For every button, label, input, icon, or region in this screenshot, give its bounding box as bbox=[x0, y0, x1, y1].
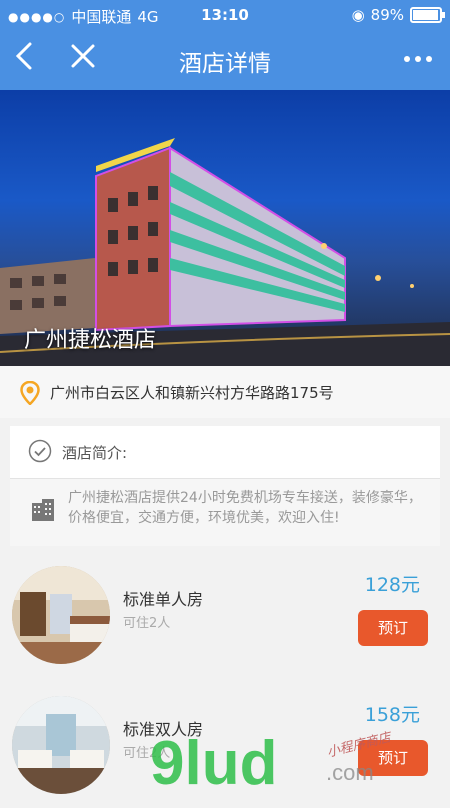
room-item[interactable]: 标准双人房 可住2人 158元 预订 bbox=[0, 688, 450, 808]
location-pin-icon bbox=[20, 380, 40, 409]
navigation-bar: 酒店详情 bbox=[0, 30, 450, 90]
battery-fill bbox=[413, 10, 438, 20]
room-name: 标准单人房 bbox=[123, 590, 204, 609]
room-capacity: 可住2人 bbox=[123, 616, 171, 631]
battery-icon bbox=[410, 7, 445, 23]
orientation-lock-icon: ◉ bbox=[351, 6, 365, 24]
intro-header: 酒店简介: bbox=[10, 426, 440, 479]
hotel-name: 广州捷松酒店 bbox=[24, 328, 157, 353]
intro-body: 广州捷松酒店提供24小时免费机场专车接送，装修豪华，价格便宜，交通方便，环境优美… bbox=[10, 479, 440, 546]
room-name: 标准双人房 bbox=[123, 720, 204, 739]
book-button[interactable]: 预订 bbox=[358, 610, 428, 646]
room-capacity: 可住2人 bbox=[123, 746, 171, 761]
status-right: ◉ 89% bbox=[351, 6, 445, 24]
intro-description: 广州捷松酒店提供24小时免费机场专车接送，装修豪华，价格便宜，交通方便，环境优美… bbox=[68, 490, 422, 526]
intro-title: 酒店简介: bbox=[62, 444, 128, 462]
room-photo bbox=[12, 566, 110, 664]
room-item[interactable]: 标准单人房 可住2人 128元 预订 bbox=[0, 558, 450, 678]
room-price: 128元 bbox=[364, 574, 420, 596]
hotel-address: 广州市白云区人和镇新兴村方华路路175号 bbox=[50, 384, 334, 402]
address-row[interactable]: 广州市白云区人和镇新兴村方华路路175号 bbox=[0, 366, 450, 418]
battery-percent: 89% bbox=[370, 6, 404, 24]
hotel-photo: 广州捷松酒店 bbox=[0, 90, 450, 366]
check-circle-icon bbox=[28, 439, 52, 467]
room-price: 158元 bbox=[364, 704, 420, 726]
status-bar: ●●●●○ 中国联通 4G 13:10 ◉ 89% bbox=[0, 0, 450, 30]
intro-card: 酒店简介: 广州捷松酒店提供24小时免费机场专车接送，装修豪华，价格便宜，交通方… bbox=[10, 426, 440, 546]
book-button[interactable]: 预订 bbox=[358, 740, 428, 776]
building-icon bbox=[30, 497, 56, 527]
more-icon[interactable] bbox=[402, 44, 434, 81]
page-title: 酒店详情 bbox=[179, 51, 271, 77]
room-photo bbox=[12, 696, 110, 794]
